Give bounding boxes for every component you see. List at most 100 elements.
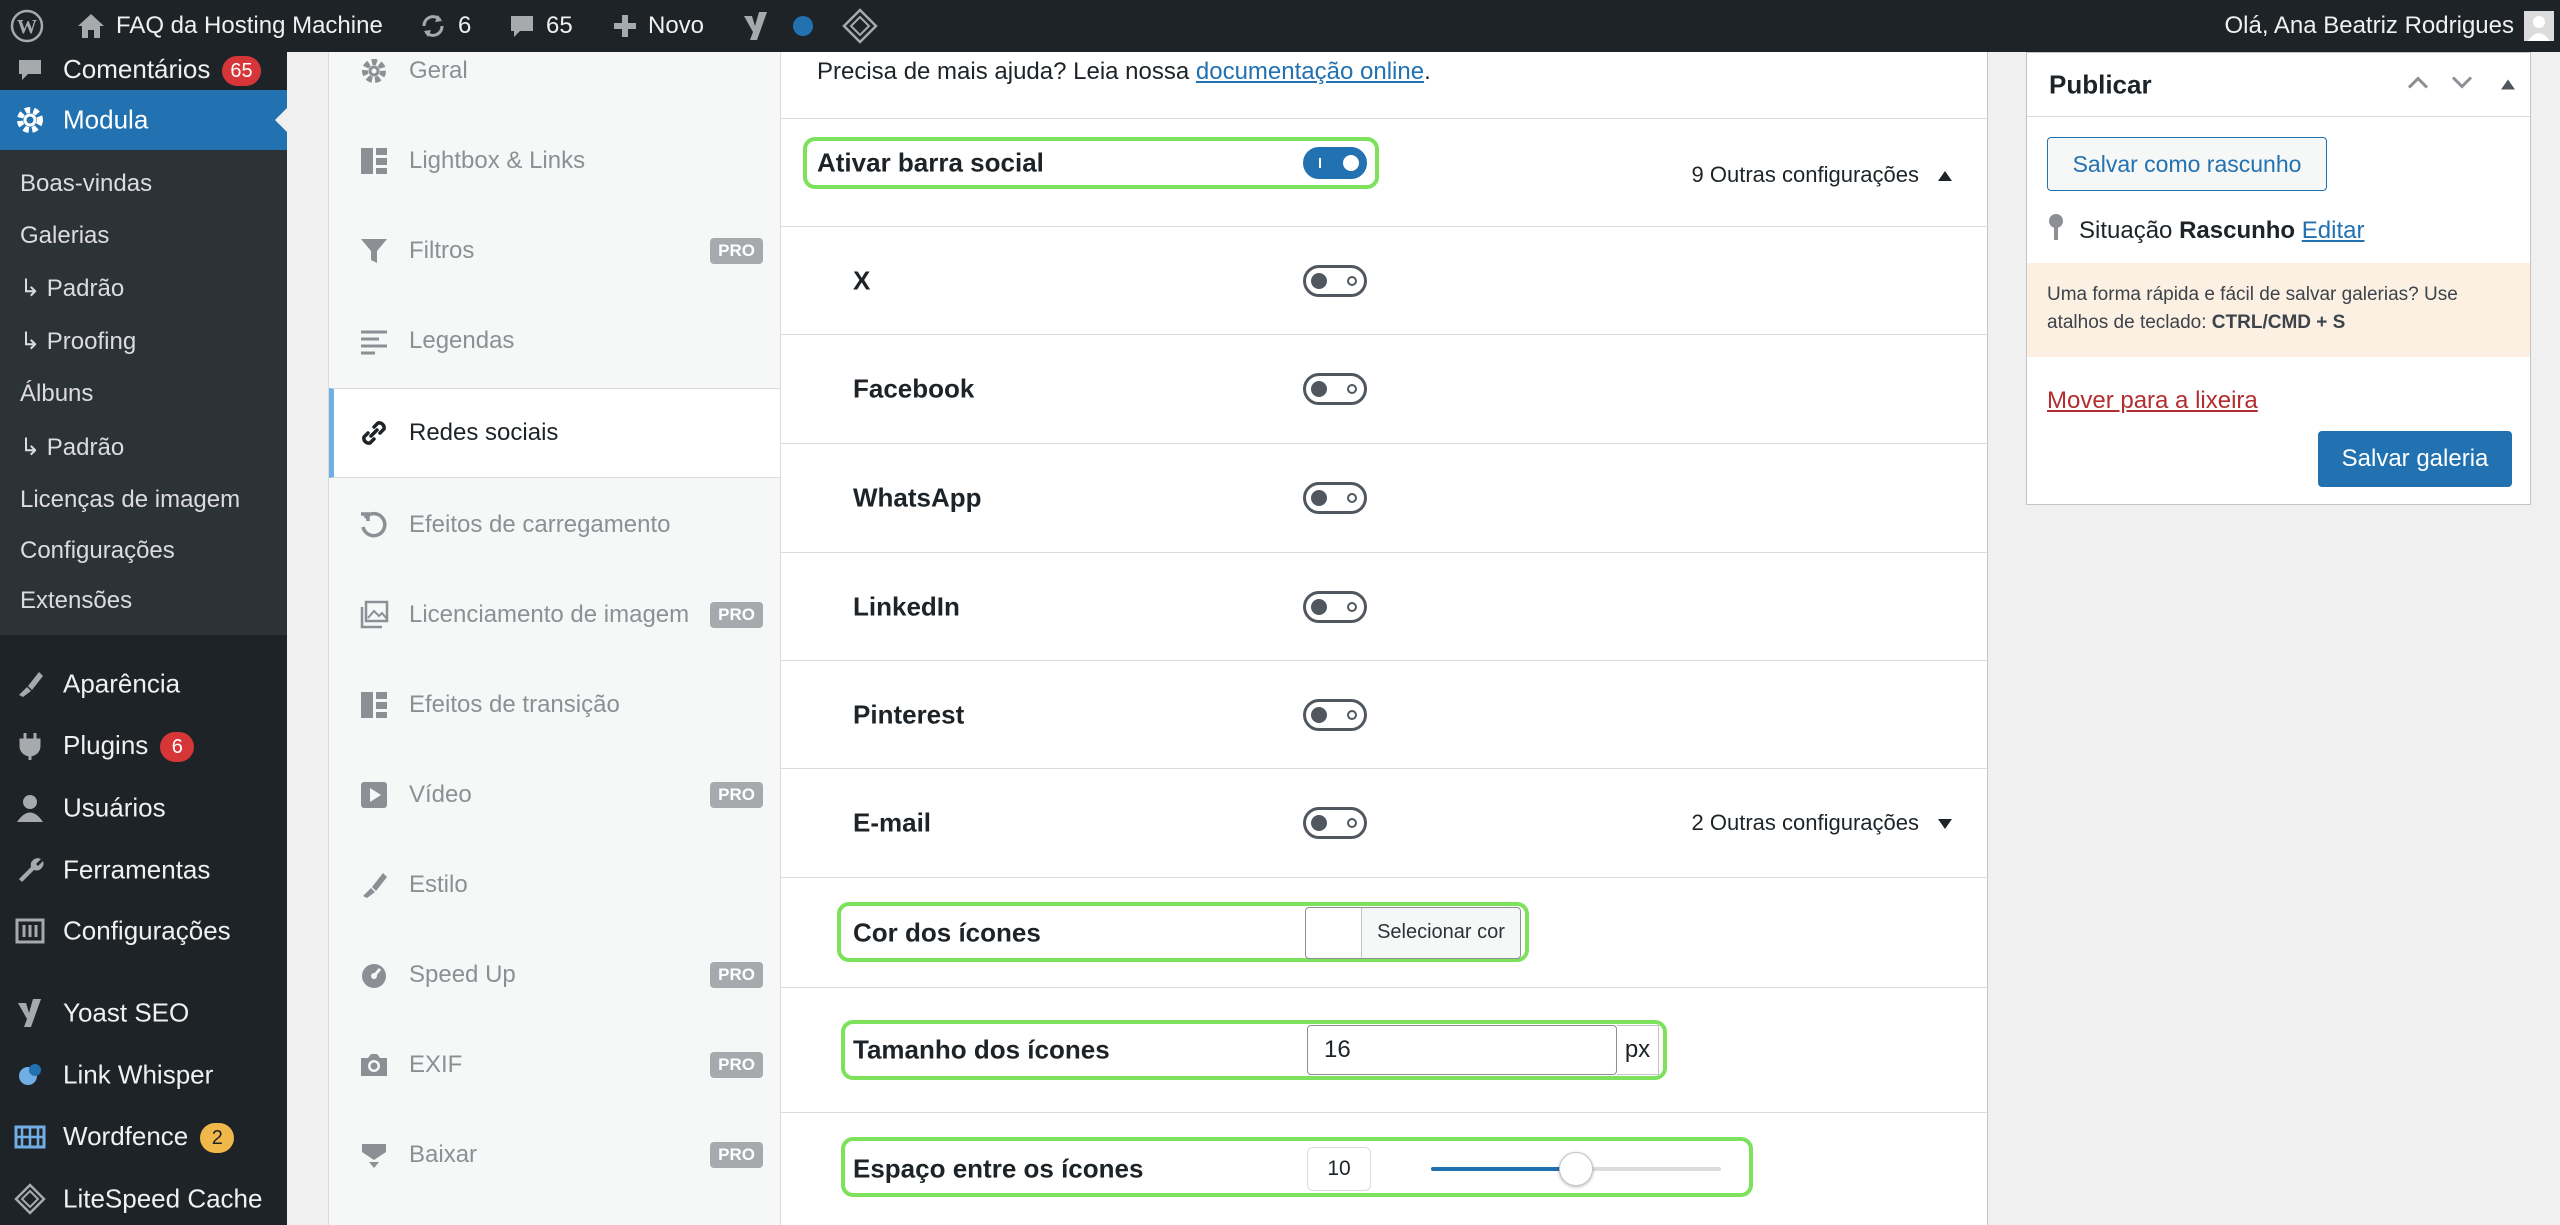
network-toggle[interactable] (1303, 482, 1367, 514)
my-account[interactable]: Olá, Ana Beatriz Rodrigues (2225, 0, 2554, 52)
menu-tools[interactable]: Ferramentas (0, 839, 287, 901)
chevron-down-icon[interactable] (2450, 73, 2474, 96)
tab-lightbox[interactable]: Lightbox & Links (329, 116, 781, 206)
submenu-item[interactable]: Álbuns (20, 380, 93, 408)
avatar (2524, 11, 2554, 41)
network-row-facebook: Facebook (781, 334, 1989, 443)
pro-badge: PRO (710, 602, 763, 628)
email-more-settings[interactable]: 2 Outras configurações (1692, 810, 1953, 836)
icon-size-input[interactable]: 16 (1307, 1025, 1617, 1075)
network-toggle[interactable] (1303, 698, 1367, 731)
submenu-item[interactable]: Extensões (20, 587, 132, 615)
select-color-label: Selecionar cor (1377, 921, 1505, 943)
tab-label: Efeitos de carregamento (409, 511, 671, 538)
tab-speed-up[interactable]: Speed Up PRO (329, 930, 781, 1020)
menu-wordfence[interactable]: Wordfence 2 (0, 1106, 287, 1168)
menu-label: Plugins (63, 729, 149, 760)
menu-yoast[interactable]: Yoast SEO (0, 982, 287, 1044)
help-text-prefix: Precisa de mais ajuda? Leia nossa (817, 58, 1196, 85)
network-label: LinkedIn (853, 591, 960, 621)
icon-size-label: Tamanho dos ícones (853, 1034, 1110, 1065)
edit-status-link[interactable]: Editar (2302, 217, 2365, 244)
social-bar-more-settings[interactable]: 9 Outras configurações (1692, 162, 1953, 188)
pro-badge: PRO (710, 1052, 763, 1078)
video-icon (357, 778, 391, 812)
menu-comments[interactable]: Comentários 65 (0, 50, 287, 90)
wordpress-logo-icon[interactable]: W (10, 0, 44, 52)
tab-label: Legendas (409, 327, 515, 354)
tab-efeitos-transicao[interactable]: Efeitos de transição (329, 660, 781, 750)
tab-filtros[interactable]: Filtros PRO (329, 206, 781, 296)
submenu-item[interactable]: Galerias (20, 222, 109, 250)
tab-label: Efeitos de transição (409, 691, 620, 718)
network-label: Pinterest (853, 699, 965, 729)
tab-estilo[interactable]: Estilo (329, 840, 781, 930)
litespeed-icon[interactable] (842, 0, 878, 52)
status-value: Rascunho (2179, 216, 2296, 244)
menu-link-whisper[interactable]: Link Whisper (0, 1044, 287, 1106)
gear-icon (14, 104, 46, 136)
submenu-item[interactable]: Configurações (20, 537, 175, 565)
icon-spacing-slider[interactable] (1431, 1152, 1721, 1186)
menu-label: Wordfence (63, 1120, 189, 1151)
network-toggle[interactable] (1303, 590, 1367, 623)
menu-appearance[interactable]: Aparência (0, 653, 287, 715)
network-toggle[interactable] (1303, 807, 1367, 839)
brush-icon (14, 668, 46, 700)
social-settings-panel: Precisa de mais ajuda? Leia nossa docume… (780, 52, 1989, 1225)
network-toggle[interactable] (1303, 264, 1367, 297)
litespeed-icon (14, 1183, 46, 1215)
submenu-item[interactable]: ↳ Padrão (20, 433, 124, 462)
network-toggle[interactable] (1303, 373, 1367, 405)
slider-thumb[interactable] (1559, 1152, 1593, 1186)
menu-litespeed[interactable]: LiteSpeed Cache (0, 1168, 287, 1225)
network-row-pinterest: Pinterest (781, 660, 1989, 768)
menu-settings[interactable]: Configurações (0, 900, 287, 962)
status-label: Situação (2079, 216, 2173, 244)
menu-modula[interactable]: Modula (0, 90, 287, 150)
submenu-item[interactable]: Licenças de imagem (20, 486, 240, 514)
settings-icon (14, 915, 46, 947)
tab-efeitos-carregamento[interactable]: Efeitos de carregamento (329, 480, 781, 570)
wordfence-icon (14, 1121, 46, 1153)
more-settings-label: 9 Outras configurações (1691, 162, 1919, 187)
select-color-button[interactable]: Selecionar cor (1305, 906, 1521, 959)
tab-licenciamento[interactable]: Licenciamento de imagem PRO (329, 570, 781, 660)
tab-label: EXIF (409, 1051, 463, 1078)
brush-icon (357, 868, 391, 902)
submenu-item[interactable]: Boas-vindas (20, 170, 152, 198)
toggle-panel-icon[interactable] (2500, 73, 2516, 96)
save-gallery-button[interactable]: Salvar galeria (2318, 431, 2512, 487)
icon-spacing-row: Espaço entre os ícones 10 (781, 1112, 1989, 1225)
submenu-item[interactable]: ↳ Padrão (20, 274, 124, 303)
caret-up-icon (1937, 162, 1953, 188)
social-bar-label: Ativar barra social (817, 147, 1044, 178)
tab-label: Vídeo (409, 781, 472, 808)
grid-icon (357, 688, 391, 722)
move-to-trash-link[interactable]: Mover para a lixeira (2047, 387, 2258, 415)
save-draft-button[interactable]: Salvar como rascunho (2047, 137, 2327, 191)
chevron-up-icon[interactable] (2406, 73, 2430, 96)
menu-label: Yoast SEO (63, 997, 190, 1028)
tab-geral[interactable]: Geral (329, 26, 781, 116)
documentation-link[interactable]: documentação online (1196, 58, 1424, 85)
tab-label: Licenciamento de imagem (409, 601, 690, 628)
reload-icon (357, 508, 391, 542)
network-label: X (853, 265, 871, 295)
pro-badge: PRO (710, 1142, 763, 1168)
menu-label: Configurações (63, 915, 231, 946)
tab-label: Redes sociais (409, 419, 559, 446)
status-dot-icon[interactable] (792, 0, 814, 52)
color-swatch (1306, 907, 1362, 958)
social-bar-toggle[interactable] (1303, 147, 1367, 179)
icon-spacing-value[interactable]: 10 (1307, 1147, 1371, 1191)
submenu-item[interactable]: ↳ Proofing (20, 327, 136, 356)
tab-video[interactable]: Vídeo PRO (329, 750, 781, 840)
tab-baixar[interactable]: Baixar PRO (329, 1110, 781, 1200)
menu-users[interactable]: Usuários (0, 777, 287, 839)
tab-legendas[interactable]: Legendas (329, 296, 781, 386)
tab-exif[interactable]: EXIF PRO (329, 1020, 781, 1110)
menu-plugins[interactable]: Plugins 6 (0, 715, 287, 777)
images-icon (357, 598, 391, 632)
tab-redes-sociais[interactable]: Redes sociais (329, 388, 782, 478)
